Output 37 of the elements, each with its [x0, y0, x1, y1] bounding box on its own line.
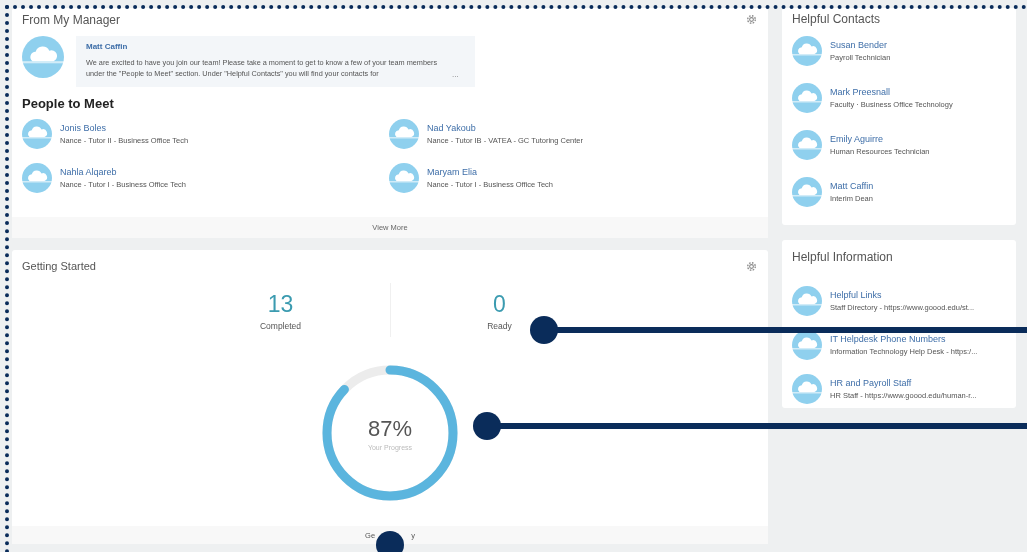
avatar-icon [792, 177, 822, 207]
more-link[interactable]: ... [452, 70, 459, 79]
info-link[interactable]: HR and Payroll Staff [830, 378, 977, 388]
person-name[interactable]: Nad Yakoub [427, 123, 584, 133]
contact-name[interactable]: Mark Preesnall [830, 87, 953, 97]
avatar-icon [792, 36, 822, 66]
stat-value: 13 [267, 291, 294, 318]
card-title: From My Manager [22, 13, 121, 27]
card-title: Getting Started [22, 260, 96, 273]
info-link[interactable]: Helpful Links [830, 290, 975, 300]
avatar-icon [389, 163, 419, 193]
progress-percent: 87% [367, 415, 412, 442]
person-name[interactable]: Nahla Alqareb [60, 167, 187, 177]
avatar-icon [22, 119, 52, 149]
sender-name: Matt Caffin [86, 42, 129, 51]
settings-icon[interactable] [745, 13, 758, 26]
person-name[interactable]: Maryam Elia [427, 167, 554, 177]
avatar-icon [792, 374, 822, 404]
settings-icon[interactable] [745, 260, 758, 273]
info-link[interactable]: IT Helpdesk Phone Numbers [830, 334, 978, 344]
person-name[interactable]: Jonis Boles [60, 123, 189, 133]
callout-marker [376, 531, 404, 552]
stat-label: Ready [487, 321, 512, 331]
contact-name[interactable]: Emily Aguirre [830, 134, 930, 144]
contact-name[interactable]: Susan Bender [830, 40, 891, 50]
avatar-icon [22, 163, 52, 193]
stat-label: Completed [259, 321, 302, 331]
card-title: Helpful Information [792, 250, 894, 264]
stat-value: 0 [493, 291, 506, 318]
avatar-icon [792, 83, 822, 113]
avatar-icon [792, 130, 822, 160]
avatar-icon [389, 119, 419, 149]
card-title: Helpful Contacts [792, 12, 882, 26]
avatar-icon [22, 36, 64, 78]
contact-name[interactable]: Matt Caffin [830, 181, 874, 191]
avatar-icon [792, 286, 822, 316]
section-heading: People to Meet [22, 96, 115, 111]
